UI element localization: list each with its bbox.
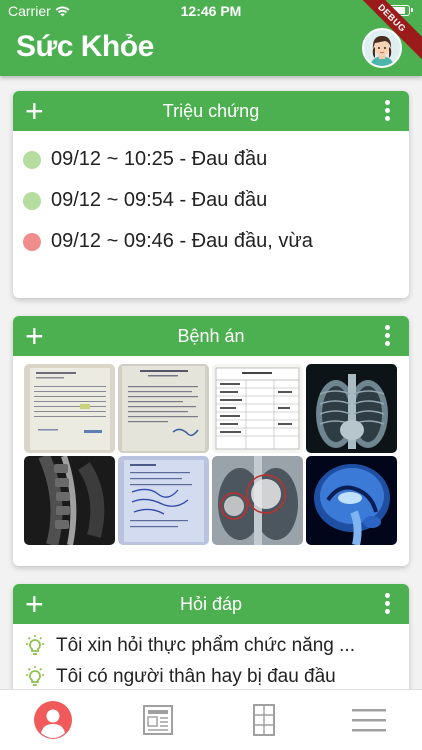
symptom-text: 09/12 ~ 10:25 - Đau đầu (51, 148, 268, 170)
profile-icon (33, 701, 72, 739)
status-time: 12:46 PM (180, 3, 242, 19)
symptoms-more-icon[interactable] (385, 100, 391, 121)
record-image-brain-mri[interactable] (306, 456, 397, 545)
page-title: Sức Khỏe (16, 30, 154, 63)
record-image-test-results-table[interactable] (212, 364, 303, 453)
tab-bar (0, 689, 422, 750)
lightbulb-icon (26, 665, 44, 686)
qa-text: Tôi xin hỏi thực phẩm chức năng ... (56, 634, 355, 656)
tab-records[interactable] (211, 690, 317, 750)
record-image-prescription-sheet[interactable] (118, 456, 209, 545)
status-bar: Carrier 12:46 PM (0, 0, 422, 22)
symptom-item[interactable]: 09/12 ~ 10:25 - Đau đầu (23, 139, 409, 180)
symptoms-card: + Triệu chứng 09/12 ~ 10:25 - Đau đầu 09… (13, 91, 409, 298)
records-header: + Bệnh án (13, 316, 409, 356)
symptom-item[interactable]: 09/12 ~ 09:46 - Đau đầu, vừa (23, 221, 409, 262)
user-avatar-icon (364, 30, 400, 66)
tab-menu[interactable] (317, 690, 422, 750)
qa-list: Tôi xin hỏi thực phẩm chức năng ... Tôi … (13, 624, 409, 692)
symptoms-list: 09/12 ~ 10:25 - Đau đầu 09/12 ~ 09:54 - … (13, 131, 409, 262)
lightbulb-icon (26, 634, 44, 655)
records-more-icon[interactable] (385, 325, 391, 346)
symptoms-title: Triệu chứng (162, 101, 260, 121)
qa-text: Tôi có người thân hay bị đau đầu (56, 665, 336, 687)
record-image-chest-xray[interactable] (306, 364, 397, 453)
app-bar: Carrier 12:46 PM Sức Khỏe DEBUG (0, 0, 422, 76)
symptom-text: 09/12 ~ 09:46 - Đau đầu, vừa (51, 230, 313, 252)
status-dot-red (23, 232, 41, 251)
symptom-item[interactable]: 09/12 ~ 09:54 - Đau đầu (23, 180, 409, 221)
record-image-chest-xray-highlighted[interactable] (212, 456, 303, 545)
records-title: Bệnh án (177, 326, 245, 346)
tab-news[interactable] (106, 690, 212, 750)
status-dot-green (23, 191, 41, 210)
record-image-lab-test-sheet[interactable] (24, 364, 115, 453)
qa-item[interactable]: Tôi có người thân hay bị đau đầu (13, 661, 409, 692)
symptoms-header: + Triệu chứng (13, 91, 409, 131)
record-image-spine-mri[interactable] (24, 456, 115, 545)
records-grid (13, 356, 409, 553)
news-icon (143, 705, 174, 735)
record-image-medical-report[interactable] (118, 364, 209, 453)
records-icon (252, 704, 275, 736)
symptom-text: 09/12 ~ 09:54 - Đau đầu (51, 189, 268, 211)
menu-icon (352, 709, 387, 732)
qa-header: + Hỏi đáp (13, 584, 409, 624)
tab-profile[interactable] (0, 690, 106, 750)
qa-item[interactable]: Tôi xin hỏi thực phẩm chức năng ... (13, 630, 409, 661)
records-card: + Bệnh án (13, 316, 409, 566)
status-dot-green (23, 150, 41, 169)
qa-more-icon[interactable] (385, 593, 391, 614)
qa-title: Hỏi đáp (179, 594, 243, 614)
